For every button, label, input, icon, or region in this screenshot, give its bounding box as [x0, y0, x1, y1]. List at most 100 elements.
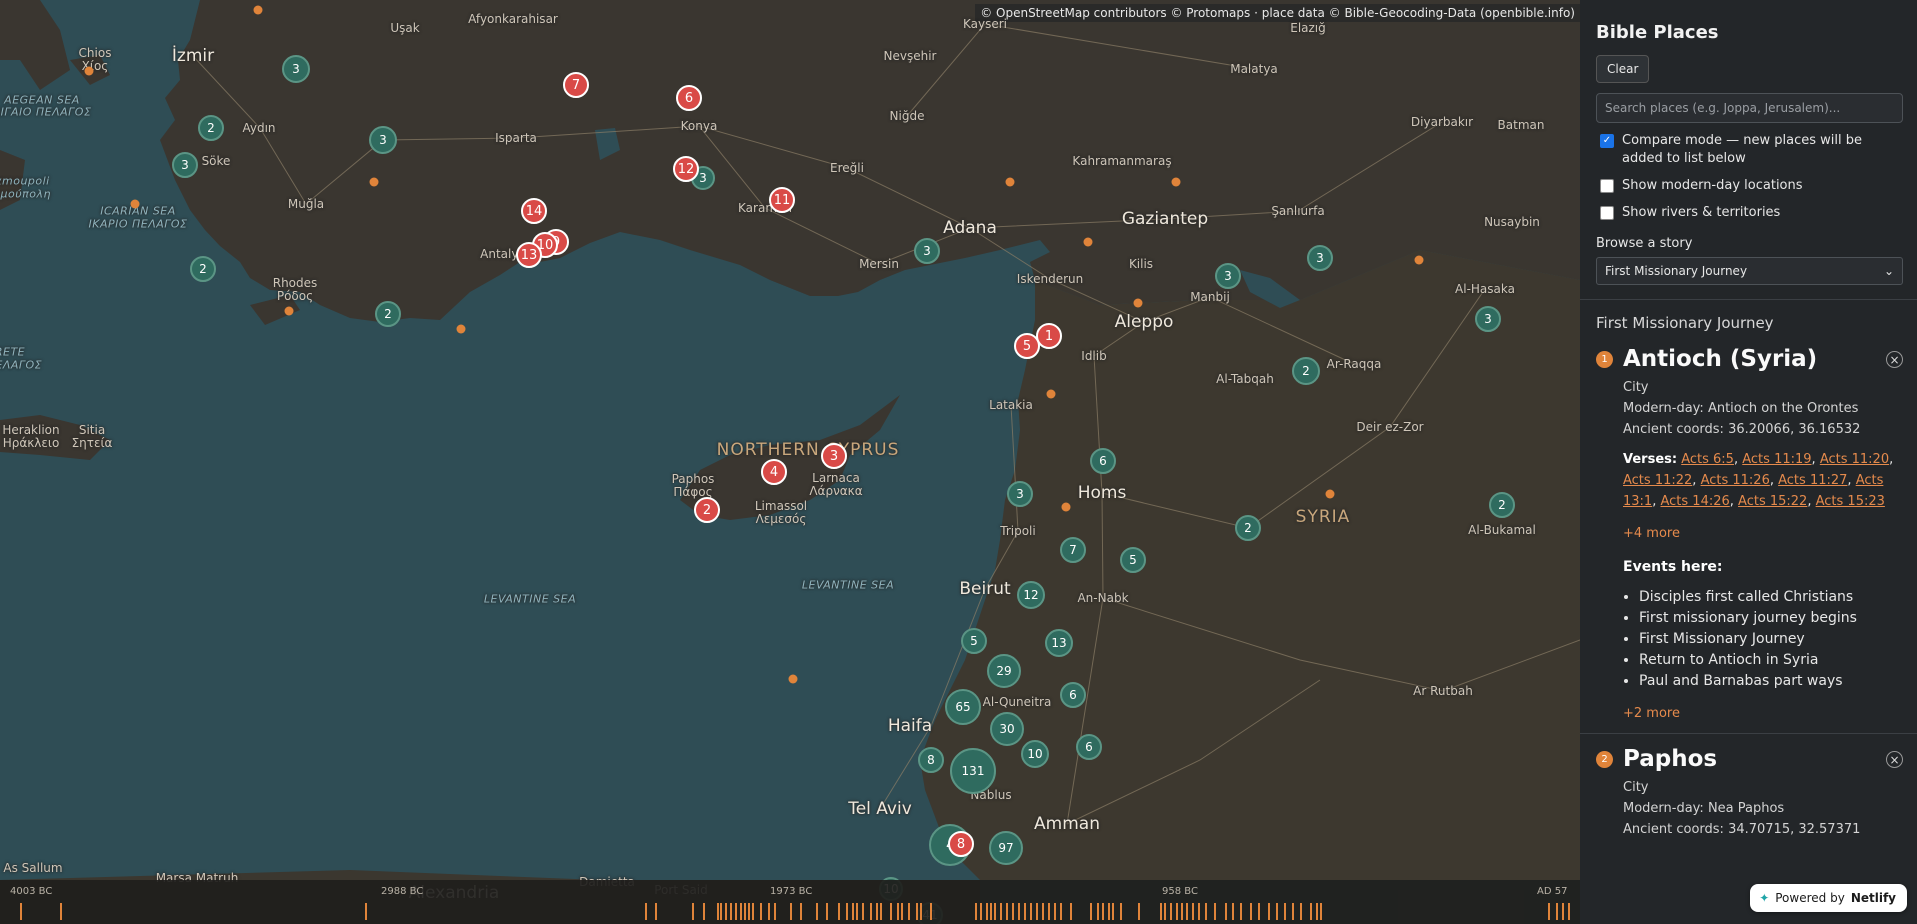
verse-link[interactable]: Acts 15:22 — [1738, 494, 1807, 509]
timeline-event-bar[interactable] — [740, 903, 742, 920]
place-cluster-marker[interactable]: 3 — [1475, 306, 1501, 332]
place-dot-marker[interactable] — [1414, 255, 1424, 265]
rivers-territories-toggle[interactable]: Show rivers & territories — [1596, 204, 1903, 222]
map-attribution[interactable]: © OpenStreetMap contributors © Protomaps… — [975, 4, 1580, 22]
timeline-event-bar[interactable] — [1120, 903, 1122, 920]
timeline-event-bar[interactable] — [744, 903, 746, 920]
verse-link[interactable]: Acts 15:23 — [1816, 494, 1885, 509]
modern-locations-toggle[interactable]: Show modern-day locations — [1596, 177, 1903, 195]
place-cluster-marker[interactable]: 2 — [190, 256, 216, 282]
timeline-event-bar[interactable] — [730, 903, 732, 920]
timeline-event-bar[interactable] — [1112, 903, 1114, 920]
timeline-event-bar[interactable] — [60, 903, 62, 920]
timeline-event-bar[interactable] — [692, 903, 694, 920]
timeline-event-bar[interactable] — [816, 903, 818, 920]
compare-mode-toggle[interactable]: ✓ Compare mode — new places will be adde… — [1596, 132, 1903, 168]
timeline-event-bar[interactable] — [1006, 903, 1008, 920]
place-cluster-marker[interactable]: 97 — [989, 831, 1023, 865]
timeline-event-bar[interactable] — [1012, 903, 1014, 920]
timeline-event-bar[interactable] — [1018, 903, 1020, 920]
place-cluster-marker[interactable]: 12 — [1017, 581, 1045, 609]
timeline-event-bar[interactable] — [1250, 903, 1252, 920]
timeline-event-bar[interactable] — [1108, 903, 1110, 920]
story-select[interactable]: First Missionary Journey ⌄ — [1596, 257, 1903, 285]
timeline-event-bar[interactable] — [930, 903, 932, 920]
place-dot-marker[interactable] — [1325, 489, 1335, 499]
timeline-event-bar[interactable] — [876, 903, 878, 920]
timeline-event-bar[interactable] — [748, 903, 750, 920]
place-dot-marker[interactable] — [788, 674, 798, 684]
journey-stop-marker[interactable]: 7 — [563, 72, 589, 98]
timeline-event-bar[interactable] — [1000, 903, 1002, 920]
timeline-event-bar[interactable] — [1181, 903, 1183, 920]
timeline-event-bar[interactable] — [920, 903, 922, 920]
place-cluster-marker[interactable]: 3 — [1307, 245, 1333, 271]
place-cluster-marker[interactable]: 29 — [987, 654, 1021, 688]
journey-stop-marker[interactable]: 1 — [1036, 323, 1062, 349]
timeline-event-bar[interactable] — [870, 903, 872, 920]
timeline-event-bar[interactable] — [1214, 903, 1216, 920]
place-cluster-marker[interactable]: 5 — [1120, 547, 1146, 573]
place-cluster-marker[interactable]: 131 — [950, 748, 996, 794]
timeline-event-bar[interactable] — [365, 903, 367, 920]
place-dot-marker[interactable] — [1083, 237, 1093, 247]
timeline-event-bar[interactable] — [752, 903, 754, 920]
timeline-event-bar[interactable] — [717, 903, 719, 920]
journey-stop-marker[interactable]: 11 — [769, 187, 795, 213]
search-input[interactable]: Search places (e.g. Joppa, Jerusalem)... — [1596, 93, 1903, 123]
close-icon[interactable]: × — [1886, 751, 1903, 768]
timeline-event-bar[interactable] — [1198, 903, 1200, 920]
place-cluster-marker[interactable]: 6 — [1090, 448, 1116, 474]
timeline-event-bar[interactable] — [703, 903, 705, 920]
place-cluster-marker[interactable]: 3 — [914, 238, 940, 264]
timeline-event-bar[interactable] — [1258, 903, 1260, 920]
timeline-event-bar[interactable] — [655, 903, 657, 920]
place-dot-marker[interactable] — [1046, 389, 1056, 399]
timeline-event-bar[interactable] — [735, 903, 737, 920]
place-dot-marker[interactable] — [1061, 502, 1071, 512]
verse-link[interactable]: Acts 11:26 — [1701, 473, 1770, 488]
timeline-event-bar[interactable] — [1225, 903, 1227, 920]
place-cluster-marker[interactable]: 2 — [1292, 357, 1320, 385]
timeline-event-bar[interactable] — [908, 903, 910, 920]
journey-stop-marker[interactable]: 4 — [761, 459, 787, 485]
timeline-event-bar[interactable] — [1048, 903, 1050, 920]
timeline-event-bar[interactable] — [1320, 903, 1322, 920]
close-icon[interactable]: × — [1886, 351, 1903, 368]
timeline-event-bar[interactable] — [901, 903, 903, 920]
timeline-event-bar[interactable] — [20, 903, 22, 920]
place-cluster-marker[interactable]: 2 — [375, 301, 401, 327]
timeline-event-bar[interactable] — [1070, 903, 1072, 920]
timeline-event-bar[interactable] — [1548, 903, 1550, 920]
journey-stop-marker[interactable]: 8 — [948, 831, 974, 857]
place-cluster-marker[interactable]: 6 — [1060, 682, 1086, 708]
place-cluster-marker[interactable]: 6 — [1076, 734, 1102, 760]
verse-link[interactable]: Acts 11:20 — [1820, 452, 1889, 467]
timeline-event-bar[interactable] — [846, 903, 848, 920]
place-cluster-marker[interactable]: 30 — [990, 712, 1024, 746]
journey-stop-marker[interactable]: 13 — [516, 242, 542, 268]
place-cluster-marker[interactable]: 2 — [198, 115, 224, 141]
place-dot-marker[interactable] — [1133, 298, 1143, 308]
timeline-event-bar[interactable] — [986, 903, 988, 920]
place-cluster-marker[interactable]: 3 — [1007, 481, 1033, 507]
place-dot-marker[interactable] — [130, 199, 140, 209]
timeline-event-bar[interactable] — [852, 903, 854, 920]
modern-locations-checkbox[interactable] — [1600, 179, 1614, 193]
timeline-event-bar[interactable] — [1097, 903, 1099, 920]
verse-link[interactable]: Acts 11:22 — [1623, 473, 1692, 488]
timeline-event-bar[interactable] — [990, 903, 992, 920]
place-cluster-marker[interactable]: 2 — [1235, 515, 1261, 541]
timeline-bar[interactable]: 4003 BC 2988 BC 1973 BC 958 BC AD 57 — [0, 880, 1580, 924]
timeline-event-bar[interactable] — [645, 903, 647, 920]
timeline-event-bar[interactable] — [980, 903, 982, 920]
timeline-event-bar[interactable] — [1284, 903, 1286, 920]
timeline-event-bar[interactable] — [916, 903, 918, 920]
journey-stop-marker[interactable]: 6 — [676, 85, 702, 111]
events-more-link[interactable]: +2 more — [1623, 706, 1903, 721]
place-dot-marker[interactable] — [284, 306, 294, 316]
timeline-event-bar[interactable] — [1054, 903, 1056, 920]
timeline-event-bar[interactable] — [1138, 903, 1140, 920]
timeline-event-bar[interactable] — [1102, 903, 1104, 920]
timeline-event-bar[interactable] — [1556, 903, 1558, 920]
